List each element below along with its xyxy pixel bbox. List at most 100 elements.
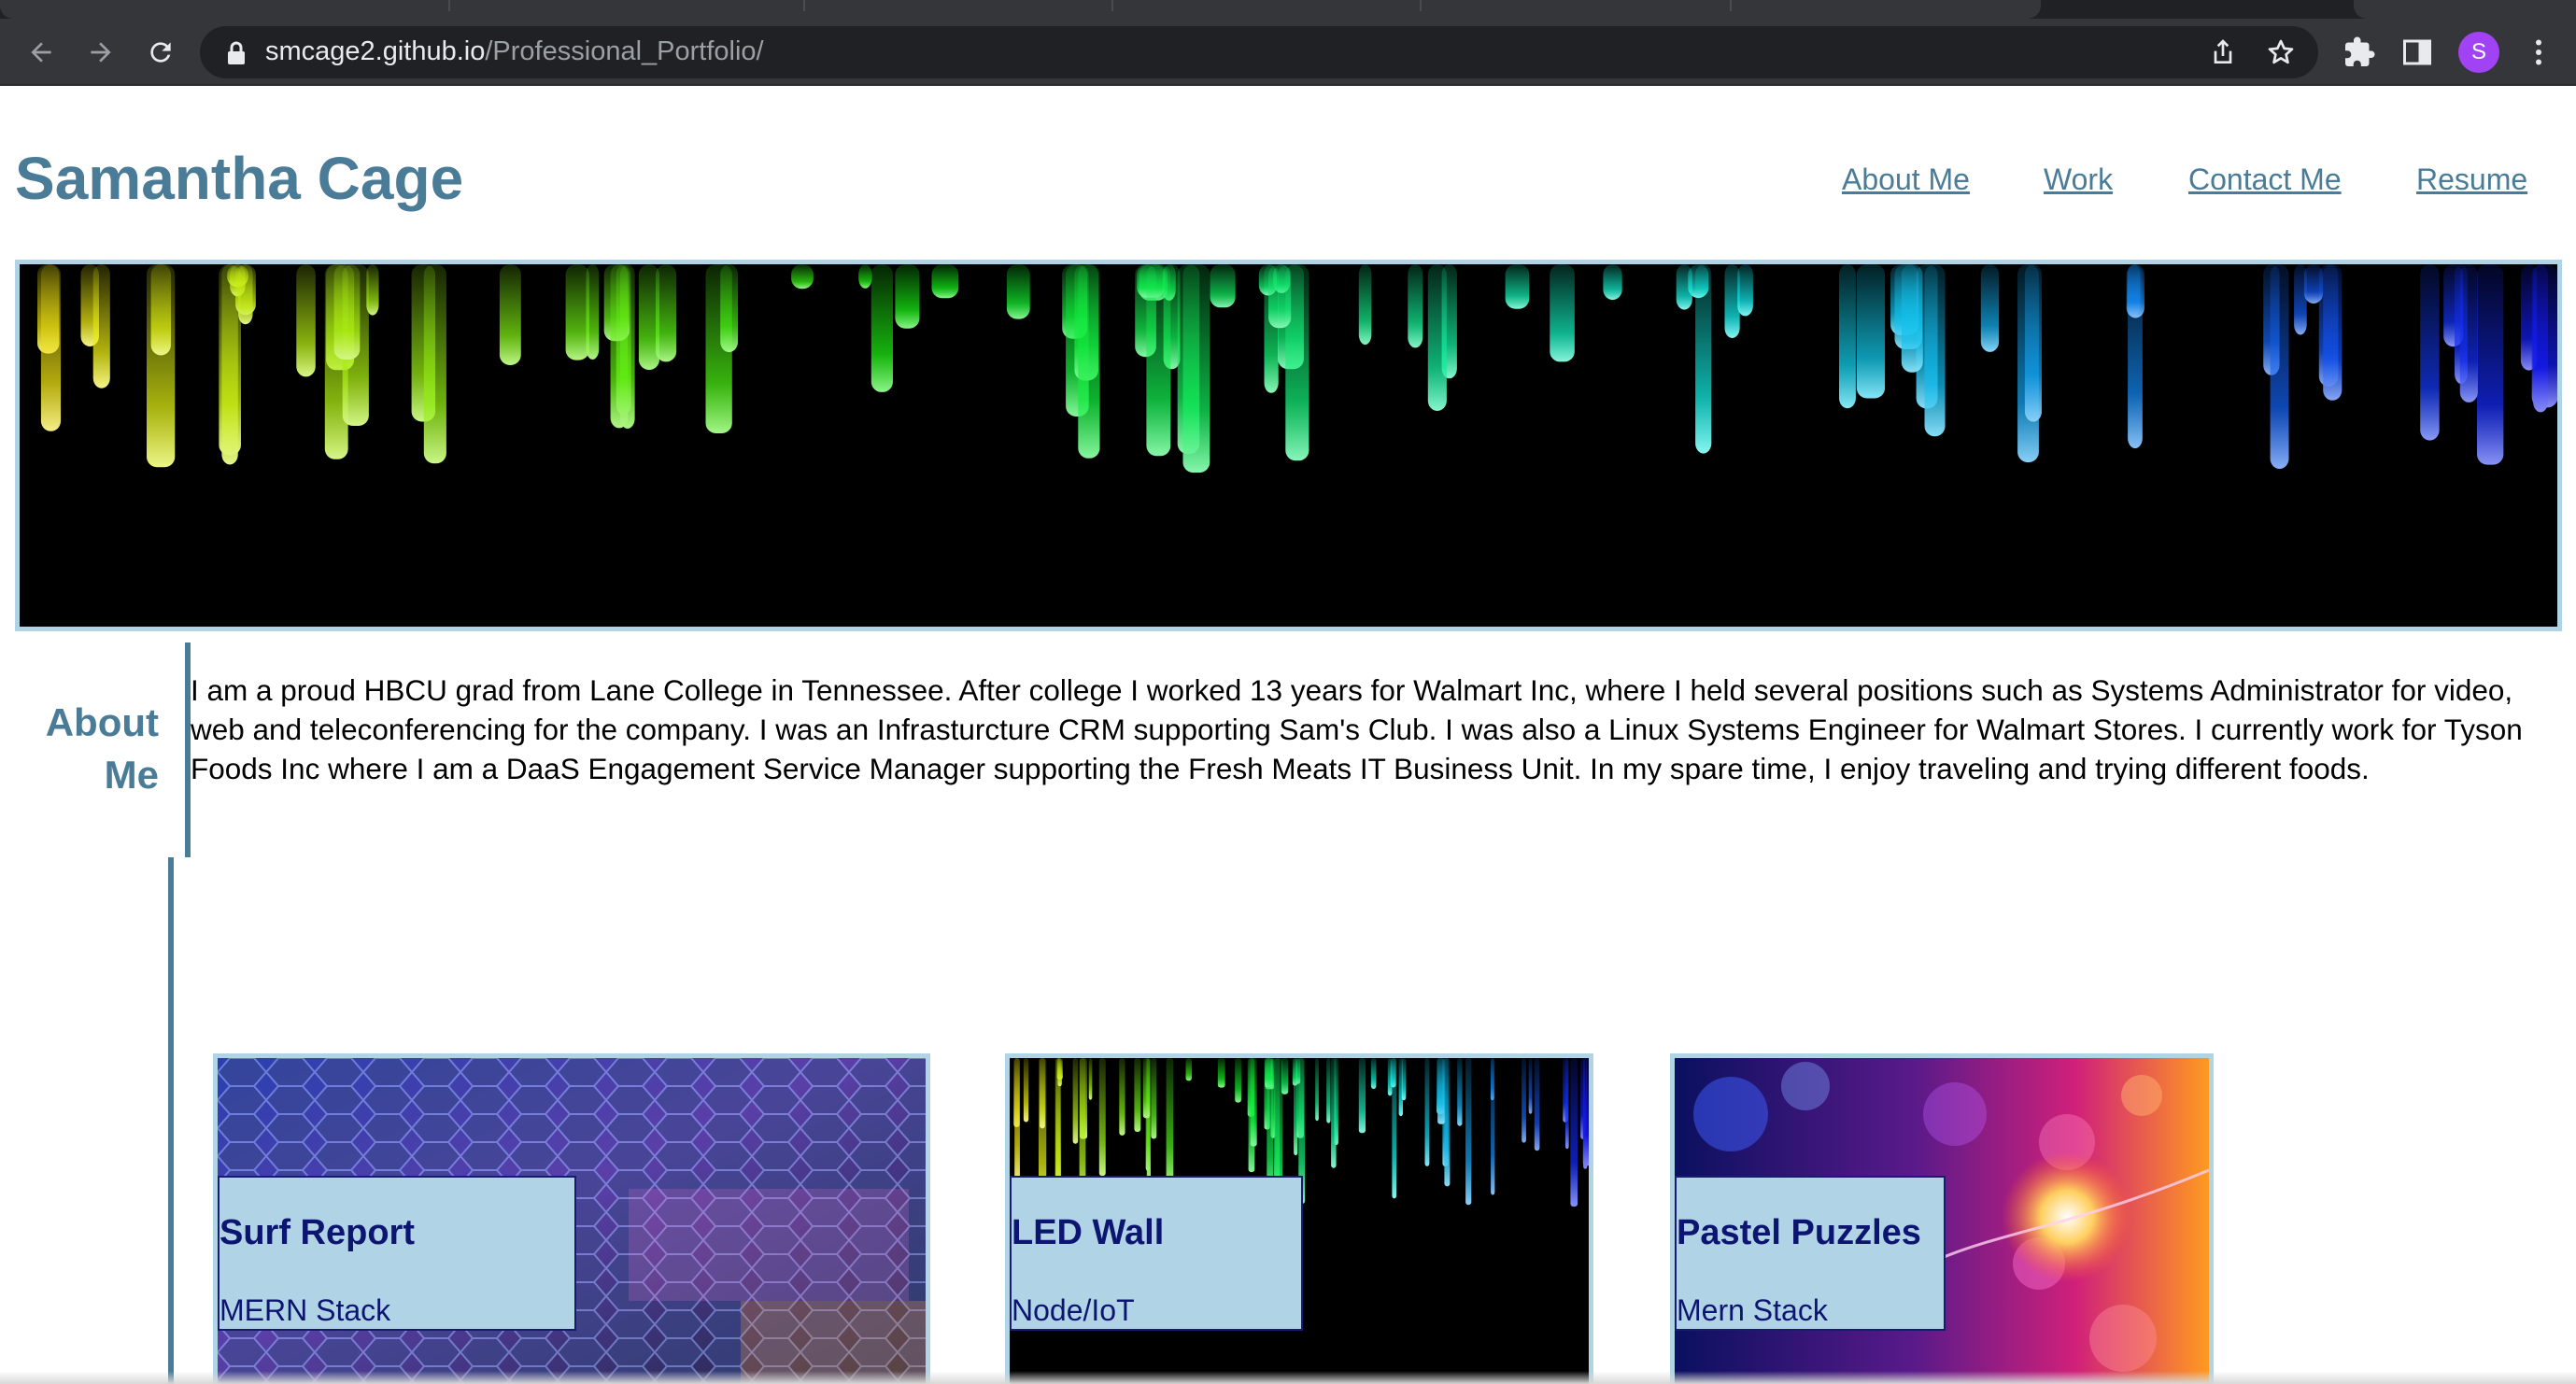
browser-toolbar: smcage2.github.io/Professional_Portfolio… [0, 19, 2576, 86]
tab-separator [803, 0, 805, 11]
project-card-surf-report[interactable]: Surf Report MERN Stack [213, 1053, 930, 1384]
led-streak [499, 264, 521, 365]
led-streak [720, 264, 739, 353]
url-domain: smcage2.github.io [265, 36, 486, 66]
led-streak [931, 264, 959, 299]
led-streak [1072, 1058, 1079, 1144]
led-streak [1326, 1058, 1331, 1123]
led-streak [1392, 1058, 1397, 1199]
card-title: Surf Report [219, 1213, 415, 1252]
led-streak [1146, 264, 1171, 457]
led-streak [1185, 1058, 1192, 1081]
led-streak [1522, 1058, 1526, 1143]
tab-separator [1420, 0, 1422, 11]
address-bar[interactable]: smcage2.github.io/Professional_Portfolio… [200, 26, 2318, 78]
led-streak [565, 264, 589, 360]
tab-separator [1111, 0, 1113, 11]
led-streak [1182, 264, 1210, 473]
led-streak [1401, 1058, 1407, 1101]
card-subtitle: Mern Stack [1677, 1293, 1828, 1327]
led-streak [1901, 264, 1923, 373]
led-streak [423, 264, 446, 464]
led-streak [2303, 264, 2324, 304]
led-streak [1078, 264, 1100, 459]
led-streak [1583, 1058, 1588, 1169]
led-streak [1057, 1058, 1062, 1087]
project-card-pastel-puzzles[interactable]: Pastel Puzzles Mern Stack [1670, 1053, 2214, 1384]
led-streak [238, 264, 253, 325]
card-label: LED Wall Node/IoT [1010, 1176, 1303, 1331]
led-streak [1408, 264, 1423, 348]
hero-banner-image [15, 260, 2562, 631]
led-streak [1358, 264, 1372, 346]
led-streak [1437, 1058, 1446, 1124]
about-heading-line2: Me [104, 753, 159, 797]
card-label: Surf Report MERN Stack [218, 1176, 576, 1331]
work-divider [168, 857, 174, 1384]
profile-avatar[interactable]: S [2458, 32, 2499, 73]
led-streak [1856, 264, 1886, 399]
led-streak [2323, 264, 2342, 401]
led-streak [1737, 264, 1753, 317]
led-streak [2024, 264, 2042, 422]
led-streak [1570, 1058, 1578, 1207]
card-label: Pastel Puzzles Mern Stack [1675, 1176, 1946, 1331]
led-streak [1491, 1058, 1495, 1195]
page-bottom-fade [0, 1371, 2576, 1384]
card-title: Pastel Puzzles [1677, 1213, 1921, 1252]
tab-separator [448, 0, 450, 11]
extensions-puzzle-icon[interactable] [2342, 35, 2376, 69]
nav-link-about-me[interactable]: About Me [1842, 162, 1970, 197]
led-streak [1235, 1058, 1241, 1103]
led-streak [1023, 1058, 1029, 1123]
led-streak [1151, 1058, 1157, 1139]
led-streak [2126, 264, 2144, 318]
back-arrow-icon[interactable] [21, 32, 62, 73]
forward-arrow-icon[interactable] [80, 32, 121, 73]
nav-link-contact-me[interactable]: Contact Me [2188, 162, 2342, 197]
bookmark-star-icon[interactable] [2266, 37, 2296, 67]
led-streak [1098, 1058, 1106, 1177]
led-streak [1505, 264, 1530, 309]
kebab-menu-icon[interactable] [2522, 35, 2555, 69]
led-streak [870, 264, 893, 392]
led-streak [92, 264, 110, 388]
led-streak [1839, 264, 1856, 409]
led-streak [858, 264, 872, 289]
tab-separator [1730, 0, 1732, 11]
led-streak [1315, 1058, 1319, 1122]
led-streak [1006, 264, 1030, 319]
led-streak [1465, 1058, 1472, 1206]
led-streak [333, 264, 361, 360]
led-streak [2420, 264, 2440, 441]
lock-icon[interactable] [226, 41, 247, 65]
led-streak [1695, 264, 1712, 454]
web-page: Samantha Cage About Me Work Contact Me R… [0, 86, 2576, 1384]
led-streak [1980, 264, 2000, 352]
led-streak [1387, 1058, 1393, 1096]
site-title: Samantha Cage [15, 145, 464, 212]
side-panel-icon[interactable] [2400, 35, 2434, 69]
led-streak [1040, 1058, 1045, 1129]
nav-link-work[interactable]: Work [2044, 162, 2113, 197]
led-streak [1358, 1058, 1366, 1134]
led-streak [2459, 264, 2478, 402]
nav-link-resume[interactable]: Resume [2416, 162, 2527, 197]
url-text[interactable]: smcage2.github.io/Professional_Portfolio… [265, 36, 764, 67]
led-streak [1564, 1058, 1569, 1150]
led-streak [1014, 1058, 1020, 1183]
led-streak [1424, 1058, 1430, 1166]
share-icon[interactable] [2208, 37, 2238, 67]
led-streak [1457, 1058, 1463, 1126]
about-heading-line1: About [45, 700, 159, 744]
reload-icon[interactable] [140, 32, 181, 73]
url-path: /Professional_Portfolio/ [485, 36, 764, 66]
site-header: Samantha Cage About Me Work Contact Me R… [0, 86, 2576, 260]
led-streak [1444, 1058, 1451, 1187]
led-streak [586, 264, 600, 360]
active-tab-edge[interactable] [2354, 0, 2576, 19]
led-streak [1142, 1058, 1151, 1119]
project-card-led-wall[interactable]: LED Wall Node/IoT [1005, 1053, 1593, 1384]
about-heading: About Me [19, 697, 159, 801]
led-streak [1370, 1058, 1377, 1089]
